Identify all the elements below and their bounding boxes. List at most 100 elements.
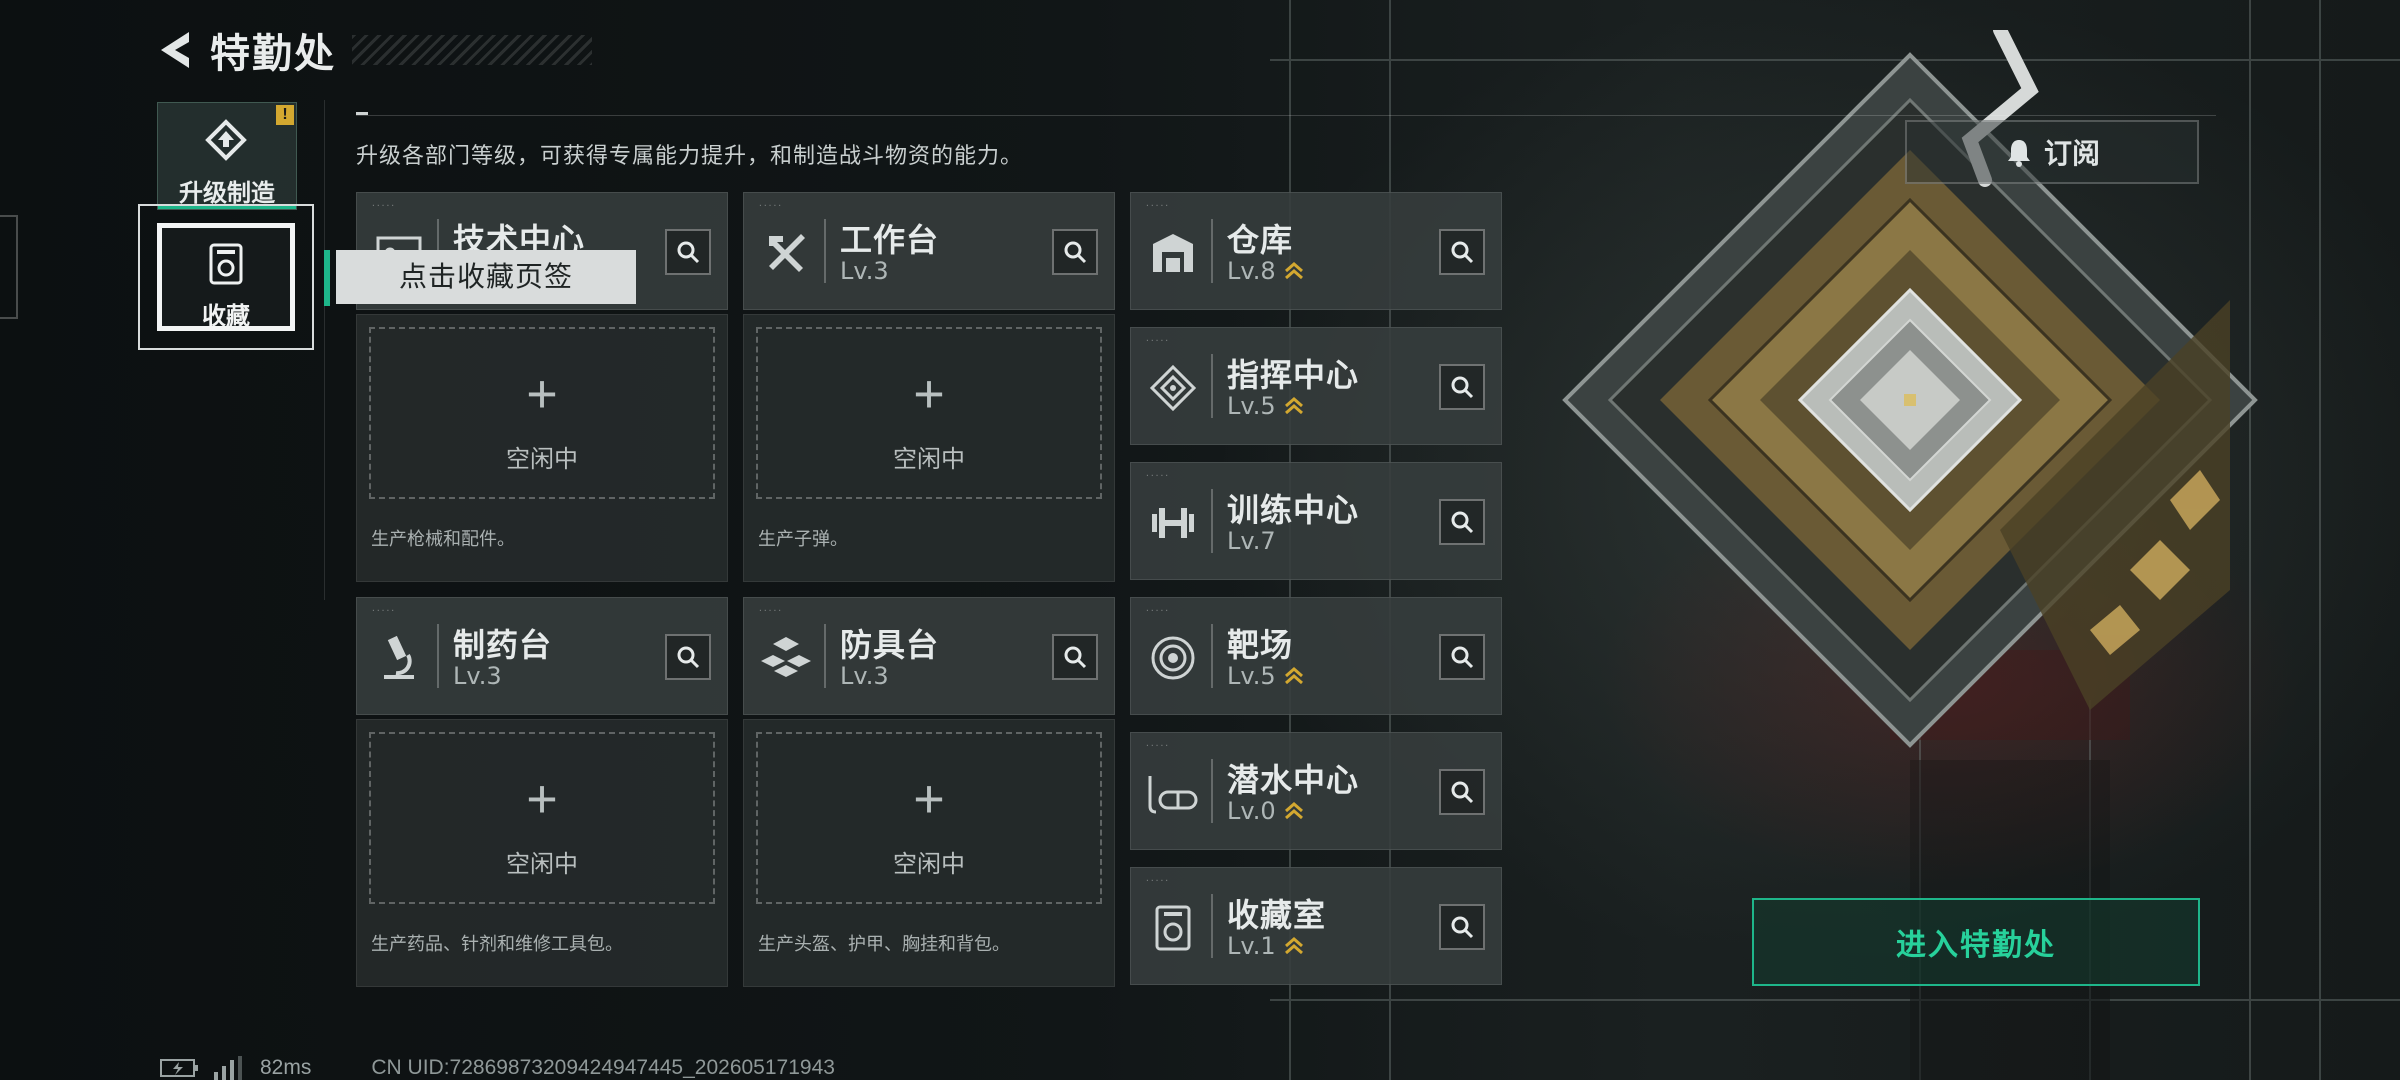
search-icon bbox=[1451, 916, 1474, 939]
facility-icon-box bbox=[1145, 628, 1201, 688]
signal-icon bbox=[214, 1056, 242, 1080]
card-corner-deco: ..... bbox=[1145, 334, 1170, 343]
workshop-note: 生产头盔、护甲、胸挂和背包。 bbox=[758, 934, 1010, 954]
page-title: 特勤处 bbox=[210, 32, 336, 76]
subscribe-button[interactable]: 订阅 bbox=[1905, 120, 2199, 184]
status-bar: 82ms CN UID:7286987320942494​7445_202605… bbox=[160, 1056, 835, 1080]
workshop-level: Lv.3 bbox=[840, 257, 889, 285]
selection-indicator bbox=[324, 250, 330, 306]
workshop-note: 生产药品、针剂和维修工具包。 bbox=[371, 934, 623, 954]
ping-value: 82ms bbox=[260, 1056, 312, 1079]
upgrade-icon bbox=[205, 119, 247, 161]
collection-icon bbox=[209, 243, 243, 285]
add-production-slot[interactable]: + 空闲中 bbox=[756, 732, 1102, 904]
facility-icon-box bbox=[1145, 223, 1201, 283]
search-icon bbox=[677, 241, 700, 264]
back-arrow-icon bbox=[161, 32, 189, 68]
facility-card-diving[interactable]: ..... 潜水中心 Lv.0 bbox=[1130, 732, 1502, 850]
workshop-slot-armor: + 空闲中 生产头盔、护甲、胸挂和背包。 bbox=[743, 719, 1115, 987]
workshop-note: 生产子弹。 bbox=[758, 529, 848, 549]
search-icon bbox=[1451, 511, 1474, 534]
workshop-slot-workbench: + 空闲中 生产子弹。 bbox=[743, 314, 1115, 582]
facility-name: 仓库 bbox=[1227, 222, 1294, 258]
left-edge-decoration bbox=[0, 215, 18, 319]
back-button[interactable] bbox=[150, 22, 200, 78]
armor-cubes-icon bbox=[761, 637, 811, 677]
card-corner-deco: ..... bbox=[1145, 739, 1170, 748]
facility-name: 靶场 bbox=[1227, 627, 1294, 663]
facility-level: Lv.8 bbox=[1227, 257, 1276, 285]
facility-level: Lv.1 bbox=[1227, 932, 1276, 960]
facility-card-range[interactable]: ..... 靶场 Lv.5 bbox=[1130, 597, 1502, 715]
top-divider bbox=[356, 115, 2216, 116]
facility-card-command[interactable]: ..... 指挥中心 Lv.5 bbox=[1130, 327, 1502, 445]
diving-mask-icon bbox=[1148, 776, 1198, 814]
card-corner-deco: ..... bbox=[1145, 604, 1170, 613]
add-production-slot[interactable]: + 空闲中 bbox=[369, 327, 715, 499]
facility-level-row: Lv.1 bbox=[1227, 932, 1304, 960]
workshop-level: Lv.3 bbox=[453, 662, 502, 690]
add-production-slot[interactable]: + 空闲中 bbox=[369, 732, 715, 904]
facility-card-warehouse[interactable]: ..... 仓库 Lv.8 bbox=[1130, 192, 1502, 310]
plus-icon: + bbox=[913, 769, 945, 829]
search-button[interactable] bbox=[1439, 229, 1485, 275]
workshop-level: Lv.3 bbox=[840, 662, 889, 690]
upgrade-chevron-icon bbox=[1284, 667, 1303, 685]
workshop-card-armor[interactable]: ..... 防具台 Lv.3 bbox=[743, 597, 1115, 715]
search-button[interactable] bbox=[1439, 904, 1485, 950]
enter-label: 进入特勤处 bbox=[1896, 929, 2056, 962]
workshop-slot-pharmacy: + 空闲中 生产药品、针剂和维修工具包。 bbox=[356, 719, 728, 987]
idle-status: 空闲中 bbox=[506, 446, 578, 473]
collection-icon bbox=[1155, 905, 1191, 951]
search-button[interactable] bbox=[665, 229, 711, 275]
tab-upgrade-craft[interactable]: ! 升级制造 bbox=[157, 102, 297, 210]
card-separator bbox=[1211, 354, 1213, 418]
card-separator bbox=[1211, 489, 1213, 553]
workshop-card-pharmacy[interactable]: ..... 制药台 Lv.3 bbox=[356, 597, 728, 715]
plus-icon: + bbox=[913, 364, 945, 424]
workshop-card-workbench[interactable]: ..... 工作台 Lv.3 bbox=[743, 192, 1115, 310]
facility-name: 指挥中心 bbox=[1227, 357, 1360, 393]
tab-collection[interactable]: 收藏 bbox=[157, 223, 295, 331]
facility-level-row: Lv.5 bbox=[1227, 662, 1304, 690]
title-decoration bbox=[352, 35, 592, 65]
idle-status: 空闲中 bbox=[893, 851, 965, 878]
guide-tooltip: 点击收藏页签 bbox=[336, 250, 636, 304]
facility-icon-box bbox=[1145, 493, 1201, 553]
top-divider-accent bbox=[356, 112, 368, 115]
plus-icon: + bbox=[526, 769, 558, 829]
add-production-slot[interactable]: + 空闲中 bbox=[756, 327, 1102, 499]
upgrade-chevron-icon bbox=[1284, 397, 1303, 415]
facility-level: Lv.5 bbox=[1227, 392, 1276, 420]
workshop-name: 防具台 bbox=[840, 627, 940, 663]
user-uid: CN UID:7286987320942494​7445_20260517194… bbox=[371, 1056, 835, 1079]
facility-card-collection-room[interactable]: ..... 收藏室 Lv.1 bbox=[1130, 867, 1502, 985]
search-button[interactable] bbox=[1052, 634, 1098, 680]
facility-icon-box bbox=[1145, 358, 1201, 418]
card-separator bbox=[1211, 894, 1213, 958]
facility-level-row: Lv.5 bbox=[1227, 392, 1304, 420]
facility-level: Lv.5 bbox=[1227, 662, 1276, 690]
workshop-name: 工作台 bbox=[840, 222, 940, 258]
plus-icon: + bbox=[526, 364, 558, 424]
search-button[interactable] bbox=[1439, 634, 1485, 680]
facility-icon-box bbox=[1145, 898, 1201, 958]
upgrade-chevron-icon bbox=[1284, 937, 1303, 955]
search-button[interactable] bbox=[1439, 499, 1485, 545]
upgrade-chevron-icon bbox=[1284, 262, 1303, 280]
workshop-slot-tech-center: + 空闲中 生产枪械和配件。 bbox=[356, 314, 728, 582]
search-button[interactable] bbox=[1439, 769, 1485, 815]
workshop-name: 制药台 bbox=[453, 627, 553, 663]
search-icon bbox=[1451, 781, 1474, 804]
workbench-icon-box bbox=[758, 223, 814, 283]
search-button[interactable] bbox=[1439, 364, 1485, 410]
idle-status: 空闲中 bbox=[893, 446, 965, 473]
search-button[interactable] bbox=[1052, 229, 1098, 275]
search-icon bbox=[1451, 646, 1474, 669]
facility-card-training[interactable]: ..... 训练中心 Lv.7 bbox=[1130, 462, 1502, 580]
card-corner-deco: ..... bbox=[371, 199, 396, 208]
card-corner-deco: ..... bbox=[1145, 469, 1170, 478]
search-button[interactable] bbox=[665, 634, 711, 680]
facility-icon-box bbox=[1145, 763, 1201, 823]
enter-special-ops-button[interactable]: 进入特勤处 bbox=[1752, 898, 2200, 986]
